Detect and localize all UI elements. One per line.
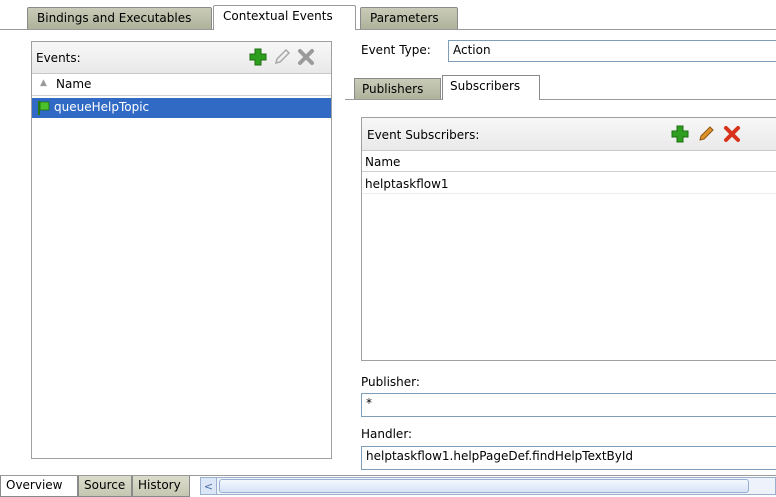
plus-icon[interactable] [670,124,690,144]
event-subscribers-panel: Event Subscribers: Name helptaskflow1 [361,117,776,361]
scrollbar-thumb[interactable] [219,479,749,493]
event-subscribers-label: Event Subscribers: [367,128,480,142]
handler-label: Handler: [361,427,413,441]
tab-label: History [138,478,181,492]
event-type-label: Event Type: [361,43,431,57]
handler-field[interactable]: helptaskflow1.helpPageDef.findHelpTextBy… [361,446,776,470]
tab-label: Bindings and Executables [37,11,192,25]
subscribers-toolbar: Event Subscribers: [362,118,776,151]
event-type-field[interactable]: Action [448,40,776,62]
publisher-field[interactable]: * [361,393,776,417]
column-header-name: Name [56,77,92,91]
publisher-value: * [366,396,372,410]
subtab-divider [345,99,776,100]
tab-divider [0,29,776,30]
plus-icon[interactable] [248,47,268,67]
event-type-value: Action [453,43,491,57]
event-row-selected[interactable]: queueHelpTopic [32,98,331,118]
handler-value: helptaskflow1.helpPageDef.findHelpTextBy… [366,449,634,463]
tab-label: Contextual Events [223,9,333,23]
flag-icon [38,101,50,118]
x-icon[interactable] [296,47,316,67]
tab-history[interactable]: History [132,476,190,497]
tab-contextual-events[interactable]: Contextual Events [213,5,356,30]
subscriber-name: helptaskflow1 [365,177,449,191]
tab-parameters[interactable]: Parameters [360,7,458,29]
subscribers-column-header[interactable]: Name [362,152,776,172]
tab-label: Subscribers [450,79,521,93]
tab-label: Overview [6,478,63,492]
tab-overview[interactable]: Overview [0,476,78,497]
tab-source[interactable]: Source [78,476,132,497]
tab-subscribers[interactable]: Subscribers [442,75,540,100]
horizontal-scrollbar[interactable]: < [200,477,776,495]
pencil-icon[interactable] [696,124,716,144]
subscriber-row[interactable]: helptaskflow1 [362,174,776,194]
tab-label: Publishers [362,82,424,96]
publisher-label: Publisher: [361,375,420,389]
events-label: Events: [36,51,81,65]
pencil-icon[interactable] [272,47,292,67]
tab-bindings-and-executables[interactable]: Bindings and Executables [27,7,212,29]
events-column-header[interactable]: ▲ Name [32,74,331,96]
sort-up-icon: ▲ [40,78,47,88]
tab-publishers[interactable]: Publishers [354,78,441,100]
event-name: queueHelpTopic [54,100,150,114]
column-header-name: Name [365,155,401,169]
tab-label: Source [84,478,126,492]
tab-label: Parameters [370,11,439,25]
events-panel: Events: ▲ Name queueHelpTopic [31,41,332,459]
chevron-left-icon[interactable]: < [201,478,217,494]
events-toolbar: Events: [32,42,331,74]
x-icon[interactable] [722,124,742,144]
